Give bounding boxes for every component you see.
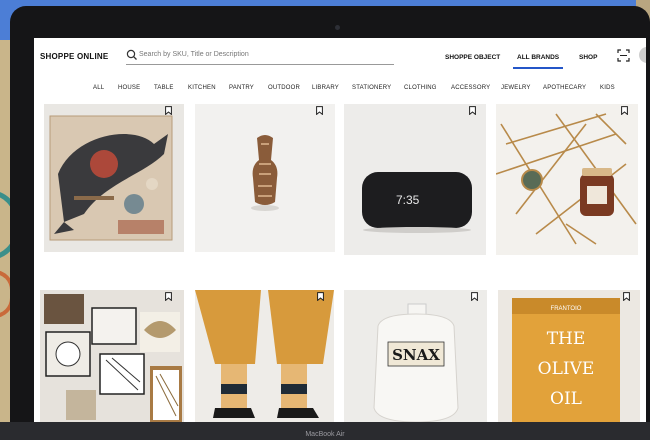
bookmark-icon[interactable]: [165, 292, 172, 301]
clock-time: 7:35: [396, 193, 420, 207]
product-card[interactable]: SNAX: [344, 290, 487, 426]
product-image-olive-oil-tin: FRANTOIO THE OLIVE OIL: [498, 290, 640, 426]
bookmark-icon[interactable]: [623, 292, 630, 301]
product-image-ceramic-trays: [40, 290, 184, 426]
product-card[interactable]: [195, 290, 334, 426]
bookmark-icon[interactable]: [316, 106, 323, 115]
nav-shop[interactable]: SHOP: [579, 54, 597, 61]
scan-icon[interactable]: [617, 49, 630, 62]
product-card[interactable]: [496, 104, 638, 255]
category-library[interactable]: LIBRARY: [312, 85, 339, 91]
category-table[interactable]: TABLE: [154, 85, 174, 91]
category-house[interactable]: HOUSE: [118, 85, 140, 91]
category-nav: ALL HOUSE TABLE KITCHEN PANTRY OUTDOOR L…: [34, 78, 646, 102]
laptop-bezel: SHOPPE ONLINE Search by SKU, Title or De…: [10, 6, 650, 440]
product-image-snax-canister: SNAX: [344, 290, 487, 426]
device-label: MacBook Air: [305, 431, 345, 438]
avatar[interactable]: [639, 47, 646, 63]
search-input[interactable]: Search by SKU, Title or Description: [126, 47, 394, 65]
product-card[interactable]: 7:35: [344, 104, 486, 255]
camera-icon: [335, 25, 340, 30]
bookmark-icon[interactable]: [165, 106, 172, 115]
tin-text-line-1: THE: [547, 329, 586, 349]
category-stationery[interactable]: STATIONERY: [352, 85, 391, 91]
product-image-alarm-clock: 7:35: [344, 104, 486, 255]
browser-screen: SHOPPE ONLINE Search by SKU, Title or De…: [34, 38, 646, 426]
product-card[interactable]: [40, 290, 184, 426]
product-image-whale-puzzle: [49, 115, 173, 241]
product-card[interactable]: [195, 104, 335, 252]
product-image-striped-socks: [195, 290, 334, 426]
category-kitchen[interactable]: KITCHEN: [188, 85, 216, 91]
search-icon: [126, 49, 137, 60]
nav-all-brands[interactable]: ALL BRANDS: [513, 54, 564, 69]
category-clothing[interactable]: CLOTHING: [404, 85, 437, 91]
site-header: SHOPPE ONLINE Search by SKU, Title or De…: [34, 38, 646, 78]
product-card[interactable]: [44, 104, 184, 252]
store-logo[interactable]: SHOPPE ONLINE: [40, 52, 108, 61]
nav-shoppe-object[interactable]: SHOPPE OBJECT: [445, 54, 500, 61]
bookmark-icon[interactable]: [317, 292, 324, 301]
category-jewelry[interactable]: JEWELRY: [501, 85, 531, 91]
category-apothecary[interactable]: APOTHECARY: [543, 85, 586, 91]
product-image-wooden-bottle-opener: [195, 104, 335, 252]
tin-text-line-2: OLIVE: [538, 359, 595, 379]
bookmark-icon[interactable]: [471, 292, 478, 301]
category-pantry[interactable]: PANTRY: [229, 85, 254, 91]
search-placeholder: Search by SKU, Title or Description: [139, 51, 249, 58]
product-card[interactable]: FRANTOIO THE OLIVE OIL: [498, 290, 640, 426]
jar-label: SNAX: [392, 346, 440, 364]
category-outdoor[interactable]: OUTDOOR: [268, 85, 300, 91]
bookmark-icon[interactable]: [469, 106, 476, 115]
tin-brand: FRANTOIO: [551, 306, 582, 312]
category-kids[interactable]: KIDS: [600, 85, 615, 91]
category-accessory[interactable]: ACCESSORY: [451, 85, 490, 91]
tin-text-line-3: OIL: [550, 389, 582, 409]
bookmark-icon[interactable]: [621, 106, 628, 115]
product-image-jewelry-candle-flatlay: [496, 104, 638, 255]
category-all[interactable]: ALL: [93, 85, 104, 91]
